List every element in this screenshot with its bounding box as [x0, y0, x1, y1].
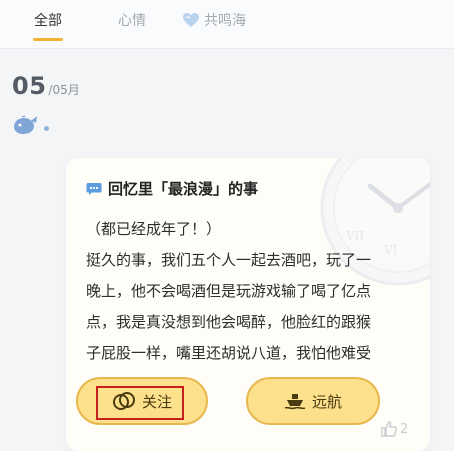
- date-month: /05月: [48, 83, 80, 97]
- thumbs-up-icon: [380, 420, 398, 438]
- heart-icon: [182, 12, 200, 28]
- chat-bubble-icon: [86, 182, 102, 196]
- post-line: 点，我是真没想到他会喝醉，他脸红的跟猴: [86, 313, 372, 331]
- post-body: （都已经成年了！） 挺久的事，我们五个人一起去酒吧，玩了一 晚上，他不会喝酒但是…: [86, 214, 412, 369]
- like-count: 2: [400, 421, 409, 437]
- ship-icon: [284, 392, 306, 410]
- post-line: 晚上，他不会喝酒但是玩游戏输了喝了亿点: [86, 282, 372, 300]
- card-title: 回忆里「最浪漫」的事: [86, 178, 258, 199]
- post-date: 05 /05月: [12, 72, 80, 100]
- tab-all-label: 全部: [34, 13, 62, 29]
- post-line: （都已经成年了！）: [86, 220, 222, 238]
- post-line: 挺久的事，我们五个人一起去酒吧，玩了一: [86, 251, 372, 269]
- sail-button[interactable]: 远航: [246, 377, 380, 425]
- whale-icon: [12, 115, 38, 141]
- active-tab-indicator: [33, 38, 63, 41]
- tab-resonance-sea-label: 共鸣海: [204, 13, 246, 29]
- post-card[interactable]: VI VII 回忆里「最浪漫」的事 （都已经成年了！） 挺久的事，我们五个人一起…: [66, 158, 430, 451]
- tab-mood[interactable]: 心情: [118, 10, 146, 30]
- date-day: 05: [12, 72, 47, 100]
- top-tab-bar: 全部 心情 共鸣海: [0, 0, 454, 49]
- card-title-text: 回忆里「最浪漫」的事: [108, 180, 259, 198]
- timeline-dot: [44, 126, 49, 131]
- like-counter[interactable]: 2: [380, 420, 408, 438]
- tab-resonance-sea[interactable]: 共鸣海: [182, 10, 246, 30]
- tab-mood-label: 心情: [118, 13, 146, 29]
- follow-highlight-box: [96, 386, 184, 420]
- sail-label: 远航: [311, 392, 342, 411]
- tab-all[interactable]: 全部: [34, 10, 62, 30]
